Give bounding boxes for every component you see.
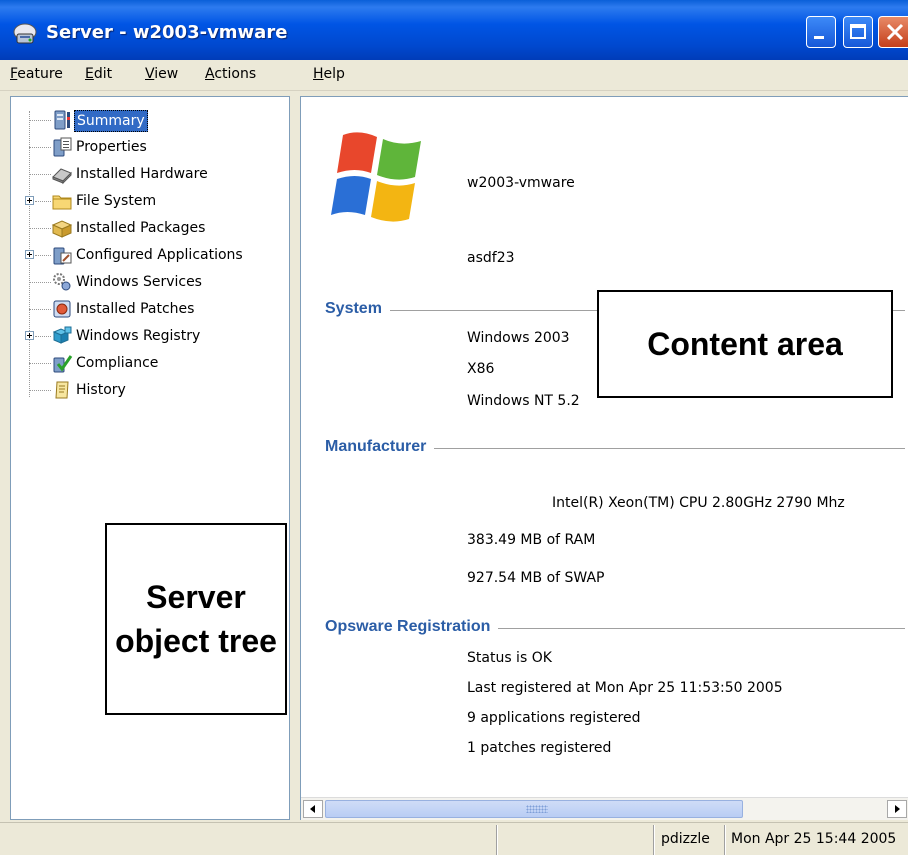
close-button[interactable]	[878, 16, 908, 48]
section-heading: Manufacturer	[325, 438, 435, 456]
folder-icon	[52, 195, 72, 210]
menu-feature[interactable]: Feature	[10, 66, 63, 82]
menu-view[interactable]: View	[145, 66, 178, 82]
section-heading: Opsware Registration	[325, 618, 499, 636]
tree-connector	[29, 174, 51, 175]
menu-bar: Feature Edit View Actions Help	[0, 60, 908, 91]
manufacturer-swap: 927.54 MB of SWAP	[467, 570, 605, 586]
tree-item-windows-services[interactable]: Windows Services	[11, 270, 281, 296]
tree-item-configured-applications[interactable]: Configured Applications	[11, 243, 281, 269]
hardware-icon	[52, 168, 72, 185]
system-version: Windows NT 5.2	[467, 393, 580, 409]
properties-icon	[53, 137, 72, 157]
opsware-status: Status is OK	[467, 650, 552, 666]
patch-icon	[53, 300, 71, 318]
tree-item-label: Windows Registry	[76, 328, 201, 344]
tree-connector	[29, 309, 51, 310]
expand-icon[interactable]	[25, 196, 34, 205]
tree-item-label: Properties	[76, 139, 147, 155]
menu-edit[interactable]: Edit	[85, 66, 112, 82]
expand-icon[interactable]	[25, 331, 34, 340]
tree-connector	[29, 120, 51, 121]
content-callout: Content area	[597, 290, 893, 398]
status-user: pdizzle	[661, 831, 710, 847]
status-bar: pdizzle Mon Apr 25 15:44 2005	[0, 822, 908, 855]
services-icon	[53, 273, 71, 291]
maximize-button[interactable]	[843, 16, 873, 48]
section-opsware-registration: Opsware Registration	[325, 618, 905, 638]
window-title: Server - w2003-vmware	[46, 22, 288, 43]
server-app-icon	[13, 23, 37, 44]
system-os: Windows 2003	[467, 330, 570, 346]
horizontal-scrollbar[interactable]	[301, 797, 908, 820]
history-icon	[55, 381, 69, 399]
tree-item-windows-registry[interactable]: Windows Registry	[11, 324, 281, 350]
status-separator	[724, 825, 726, 855]
status-separator	[496, 825, 498, 855]
tree-item-label: Installed Patches	[76, 301, 195, 317]
tree-item-installed-hardware[interactable]: Installed Hardware	[11, 162, 281, 188]
tree-item-label: Summary	[74, 110, 148, 132]
opsware-last-registered: Last registered at Mon Apr 25 11:53:50 2…	[467, 680, 783, 696]
tree-item-label: Windows Services	[76, 274, 202, 290]
scrollbar-thumb[interactable]	[325, 800, 743, 818]
server-description: asdf23	[467, 250, 515, 266]
windows-logo-icon	[331, 132, 421, 222]
status-separator	[653, 825, 655, 855]
scroll-left-button[interactable]	[303, 800, 323, 818]
tree-connector	[29, 390, 51, 391]
tree-item-installed-packages[interactable]: Installed Packages	[11, 216, 281, 242]
menu-actions[interactable]: Actions	[205, 66, 256, 82]
tree-item-history[interactable]: History	[11, 378, 281, 404]
minimize-icon	[814, 36, 824, 39]
tree-connector	[35, 201, 51, 202]
status-datetime: Mon Apr 25 15:44 2005	[731, 831, 897, 847]
server-window: Server - w2003-vmware Feature Edit View …	[0, 0, 908, 855]
tree-connector	[35, 255, 51, 256]
menu-help[interactable]: Help	[313, 66, 345, 82]
section-heading: System	[325, 300, 390, 318]
tree-item-summary[interactable]: Summary	[11, 108, 281, 134]
manufacturer-ram: 383.49 MB of RAM	[467, 532, 596, 548]
tree-connector	[29, 228, 51, 229]
tree-item-label: File System	[76, 193, 157, 209]
server-summary-icon	[54, 110, 70, 130]
tree-callout: Server object tree	[105, 523, 287, 715]
arrow-left-icon	[310, 805, 315, 813]
package-icon	[51, 220, 73, 238]
pane-splitter[interactable]	[290, 96, 300, 820]
manufacturer-cpu: Intel(R) Xeon(TM) CPU 2.80GHz 2790 Mhz	[552, 495, 845, 511]
content-area[interactable]: w2003-vmware asdf23 System Windows 2003 …	[300, 96, 908, 820]
tree-item-file-system[interactable]: File System	[11, 189, 281, 215]
tree-connector	[35, 336, 51, 337]
tree-item-label: Installed Packages	[76, 220, 206, 236]
expand-icon[interactable]	[25, 250, 34, 259]
tree-connector	[29, 363, 51, 364]
tree-item-label: Configured Applications	[76, 247, 243, 263]
scroll-right-button[interactable]	[887, 800, 907, 818]
opsware-applications: 9 applications registered	[467, 710, 641, 726]
compliance-icon	[53, 355, 73, 373]
server-hostname: w2003-vmware	[467, 175, 575, 191]
tree-item-label: Installed Hardware	[76, 166, 208, 182]
server-object-tree[interactable]: Summary Properties Installed Hardware Fi…	[10, 96, 290, 820]
arrow-right-icon	[895, 805, 900, 813]
tree-connector	[29, 282, 51, 283]
close-icon	[886, 23, 904, 41]
section-manufacturer: Manufacturer	[325, 438, 905, 458]
tree-item-properties[interactable]: Properties	[11, 135, 281, 161]
system-architecture: X86	[467, 361, 495, 377]
tree-item-compliance[interactable]: Compliance	[11, 351, 281, 377]
tree-item-label: History	[76, 382, 126, 398]
applications-icon	[53, 247, 72, 265]
registry-icon	[52, 326, 72, 344]
tree-item-installed-patches[interactable]: Installed Patches	[11, 297, 281, 323]
maximize-icon	[850, 24, 866, 39]
opsware-patches: 1 patches registered	[467, 740, 612, 756]
title-bar[interactable]: Server - w2003-vmware	[0, 0, 908, 60]
tree-item-label: Compliance	[76, 355, 159, 371]
scrollbar-grip-icon	[526, 805, 548, 813]
tree-connector	[29, 147, 51, 148]
minimize-button[interactable]	[806, 16, 836, 48]
